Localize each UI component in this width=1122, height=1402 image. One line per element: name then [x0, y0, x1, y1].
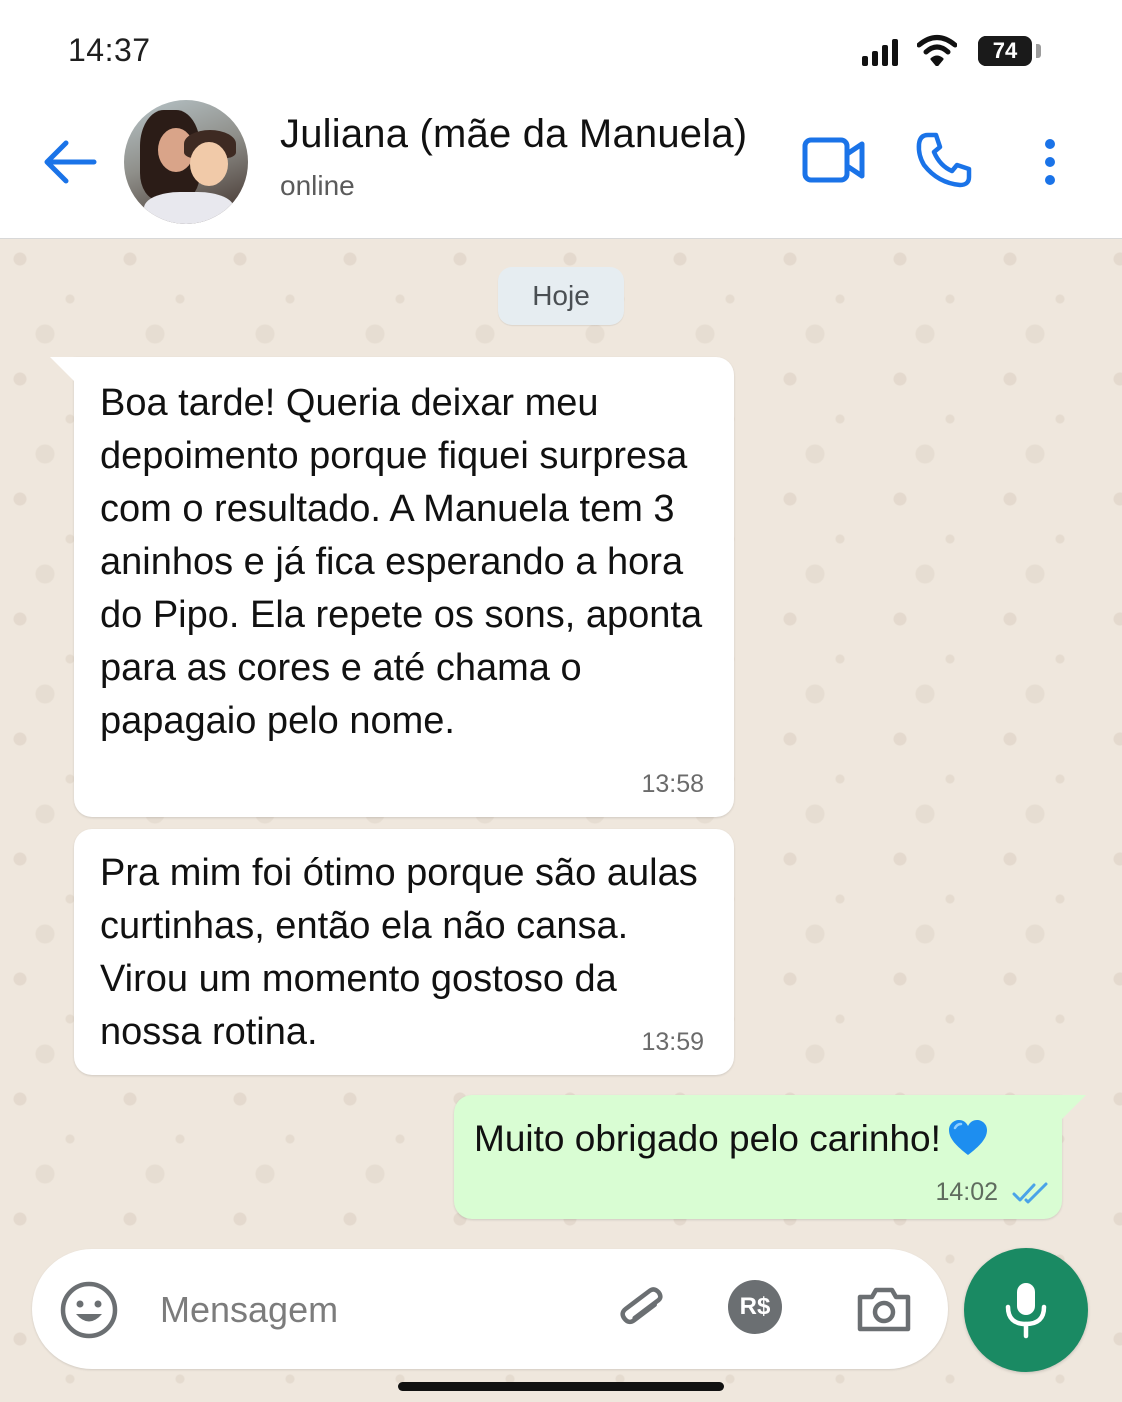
wifi-icon — [916, 34, 958, 71]
message-list[interactable]: Hoje Boa tarde! Queria deixar meu depoim… — [0, 239, 1122, 1402]
payment-button[interactable]: R$ — [728, 1280, 782, 1334]
voice-message-button[interactable] — [964, 1248, 1088, 1372]
double-check-icon — [1012, 1182, 1048, 1204]
incoming-message[interactable]: Pra mim foi ótimo porque são aulas curti… — [74, 829, 734, 1075]
message-time: 14:02 — [935, 1178, 998, 1206]
message-composer: R$ — [32, 1249, 948, 1369]
avatar-face-child — [190, 142, 228, 186]
battery-icon: 74 — [978, 36, 1032, 66]
phone-icon — [916, 132, 972, 188]
date-separator: Hoje — [498, 267, 624, 325]
attach-button[interactable] — [614, 1281, 670, 1337]
message-text: Boa tarde! Queria deixar meu depoimento … — [100, 382, 703, 742]
message-time: 13:59 — [641, 1028, 704, 1056]
video-call-icon — [802, 137, 865, 183]
avatar-shirt — [144, 192, 234, 224]
status-time: 14:37 — [68, 32, 151, 68]
incoming-message[interactable]: Boa tarde! Queria deixar meu depoimento … — [50, 357, 734, 817]
home-indicator[interactable] — [398, 1382, 724, 1391]
more-vertical-icon — [1045, 139, 1055, 185]
outgoing-message[interactable]: Muito obrigado pelo carinho! 14:02 — [454, 1095, 1086, 1219]
message-input[interactable] — [158, 1279, 582, 1341]
microphone-icon — [1005, 1283, 1047, 1339]
back-arrow-icon — [44, 140, 97, 184]
signal-icon — [862, 38, 902, 66]
contact-status: online — [280, 170, 355, 201]
emoji-icon — [60, 1281, 118, 1339]
camera-button[interactable] — [854, 1279, 914, 1339]
battery-cap — [1036, 44, 1041, 58]
more-options-button[interactable] — [1034, 136, 1066, 188]
contact-name[interactable]: Juliana (mãe da Manuela) — [280, 112, 747, 157]
message-text: Muito obrigado pelo carinho! — [474, 1118, 941, 1159]
attachment-icon — [620, 1287, 663, 1325]
contact-avatar[interactable] — [124, 100, 248, 224]
status-bar: 14:37 74 — [0, 0, 1122, 100]
message-text: Pra mim foi ótimo porque são aulas curti… — [100, 852, 698, 1053]
voice-call-button[interactable] — [914, 130, 974, 190]
emoji-button[interactable] — [58, 1279, 120, 1341]
chat-header: Juliana (mãe da Manuela) online — [0, 100, 1122, 239]
blue-heart-icon — [948, 1120, 987, 1155]
chat-screen: 14:37 74 Juliana (mãe da Manuela) online… — [0, 0, 1122, 1402]
camera-icon — [857, 1287, 911, 1332]
back-button[interactable] — [38, 130, 102, 194]
video-call-button[interactable] — [802, 134, 866, 186]
battery-percentage: 74 — [992, 38, 1018, 63]
message-time: 13:58 — [641, 770, 704, 798]
